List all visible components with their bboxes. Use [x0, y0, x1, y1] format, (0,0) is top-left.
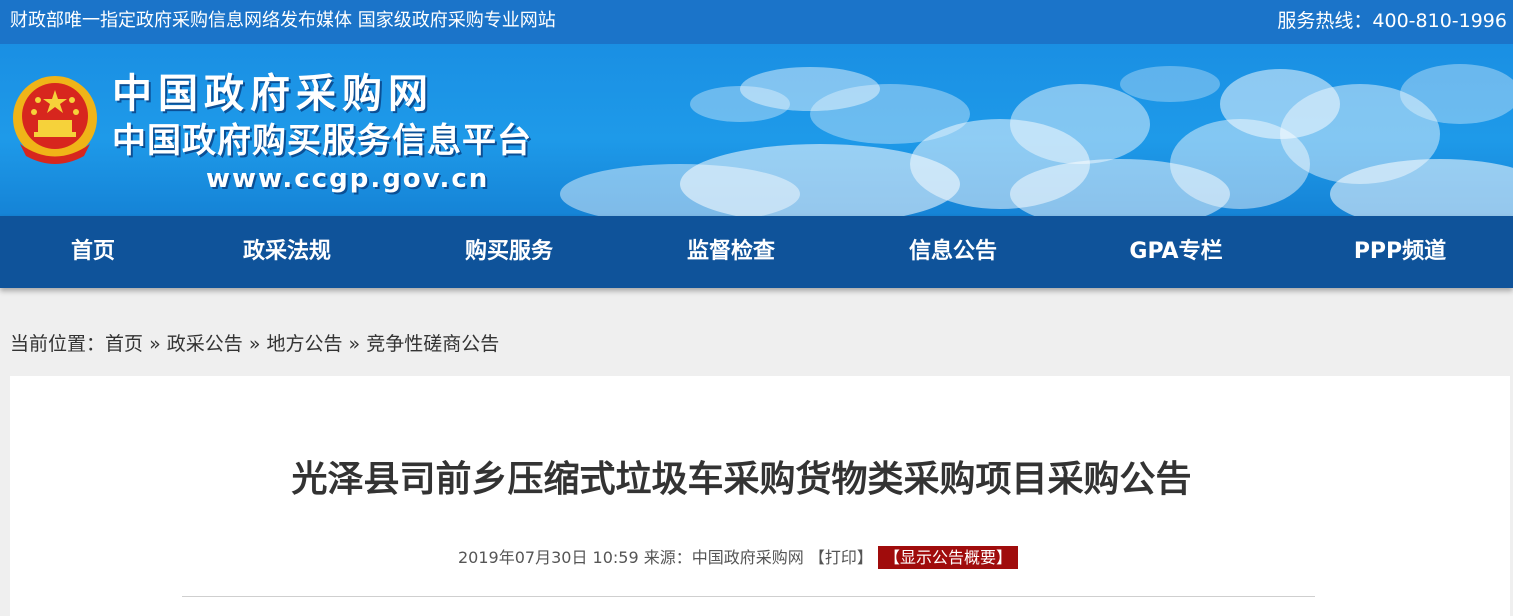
main-nav: 首页 政采法规 购买服务 监督检查 信息公告 GPA专栏 PPP频道	[0, 216, 1513, 288]
nav-item-regulations[interactable]: 政采法规	[222, 216, 352, 288]
print-button[interactable]: 【打印】	[809, 548, 873, 567]
national-emblem-icon	[13, 76, 97, 164]
breadcrumb: 当前位置：首页 » 政采公告 » 地方公告 » 竞争性磋商公告	[10, 330, 499, 358]
nav-item-home[interactable]: 首页	[28, 216, 158, 288]
clouds-background	[560, 64, 1513, 216]
breadcrumb-separator: »	[248, 333, 261, 355]
nav-item-announcements[interactable]: 信息公告	[888, 216, 1018, 288]
site-slogan: 财政部唯一指定政府采购信息网络发布媒体 国家级政府采购专业网站	[10, 10, 556, 31]
breadcrumb-competitive-consultation[interactable]: 竞争性磋商公告	[366, 333, 499, 355]
nav-item-purchase-services[interactable]: 购买服务	[444, 216, 574, 288]
breadcrumb-separator: »	[348, 333, 361, 355]
breadcrumb-prefix: 当前位置：	[10, 333, 106, 355]
site-url: www.ccgp.gov.cn	[206, 164, 490, 194]
breadcrumb-home[interactable]: 首页	[105, 333, 143, 355]
show-summary-button[interactable]: 【显示公告概要】	[877, 546, 1018, 569]
divider	[182, 596, 1315, 597]
article-source: 来源：中国政府采购网	[643, 548, 804, 567]
site-subtitle: 中国政府购买服务信息平台	[112, 121, 532, 161]
nav-item-ppp[interactable]: PPP频道	[1330, 216, 1470, 288]
article-meta: 2019年07月30日 10:59 来源：中国政府采购网 【打印】 【显示公告概…	[458, 546, 1018, 570]
top-bar: 财政部唯一指定政府采购信息网络发布媒体 国家级政府采购专业网站 服务热线：400…	[0, 0, 1513, 44]
nav-item-gpa[interactable]: GPA专栏	[1110, 216, 1242, 288]
nav-item-supervision[interactable]: 监督检查	[666, 216, 796, 288]
breadcrumb-separator: »	[149, 333, 161, 355]
service-hotline: 服务热线：400-810-1996	[1277, 10, 1507, 32]
site-banner: 中国政府采购网 中国政府购买服务信息平台 www.ccgp.gov.cn	[0, 44, 1513, 216]
article-title: 光泽县司前乡压缩式垃圾车采购货物类采购项目采购公告	[291, 459, 1192, 500]
breadcrumb-procurement-notices[interactable]: 政采公告	[167, 333, 243, 355]
publish-date: 2019年07月30日 10:59	[458, 548, 639, 567]
article-card: 光泽县司前乡压缩式垃圾车采购货物类采购项目采购公告 2019年07月30日 10…	[10, 376, 1510, 616]
site-title: 中国政府采购网	[112, 71, 434, 117]
breadcrumb-local-notices[interactable]: 地方公告	[266, 333, 342, 355]
